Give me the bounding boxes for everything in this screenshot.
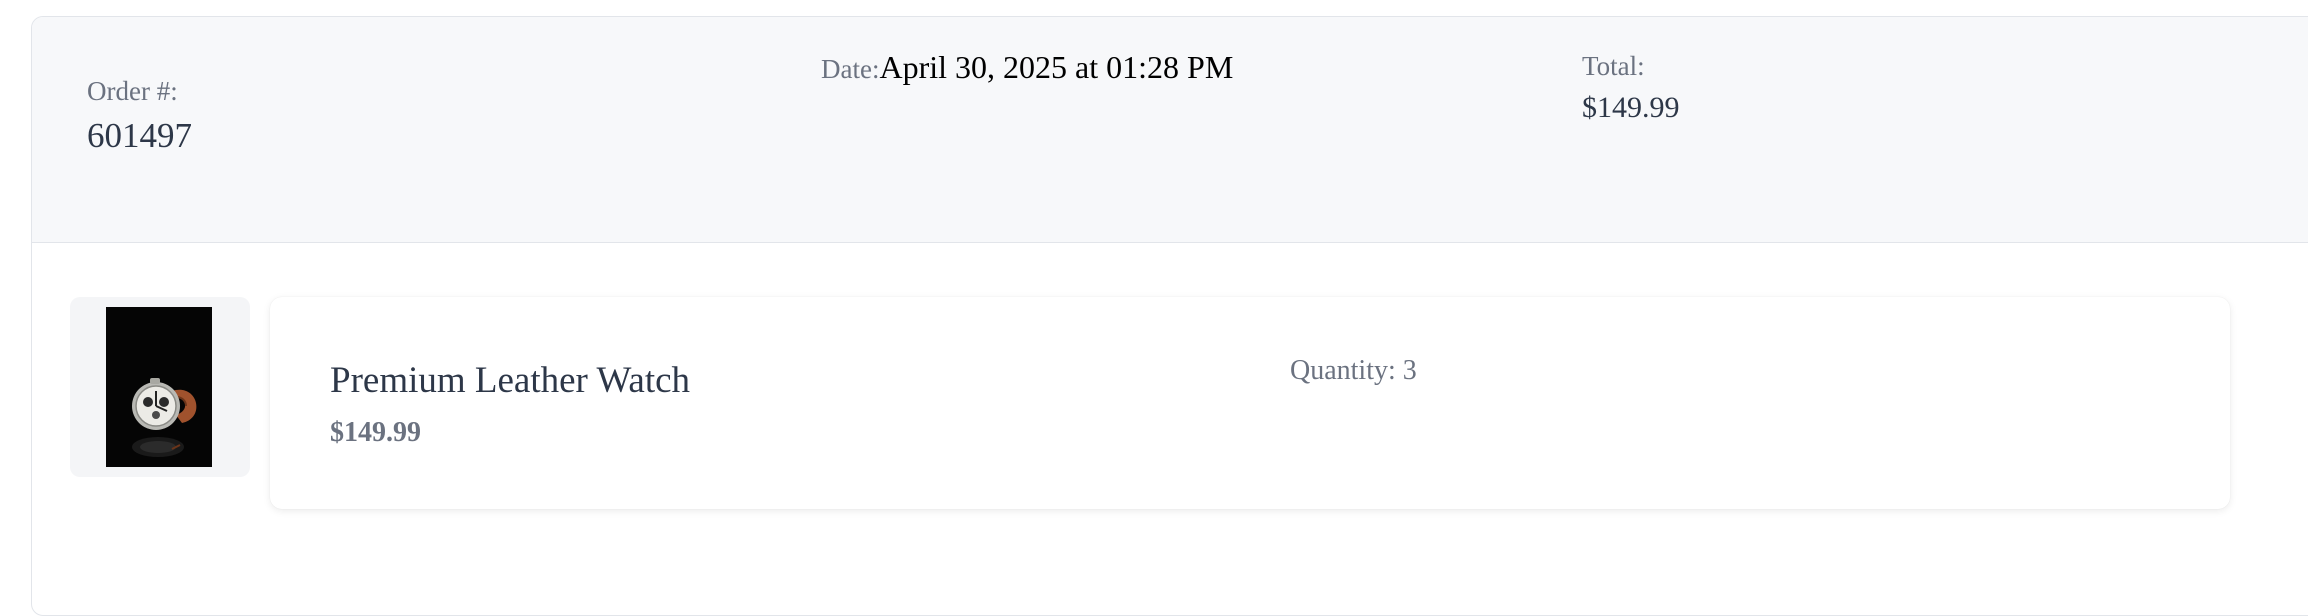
product-quantity-value: 3 <box>1402 355 1417 386</box>
product-quantity: Quantity: 3 <box>1290 353 1417 389</box>
order-item-row: Premium Leather Watch $149.99 Quantity: … <box>270 297 2230 509</box>
product-quantity-label: Quantity: <box>1290 355 1403 386</box>
product-name[interactable]: Premium Leather Watch <box>330 357 690 405</box>
order-number-block: Order #: 601497 <box>87 73 192 159</box>
order-date-block: Date:April 30, 2025 at 01:28 PM <box>821 47 1233 94</box>
product-thumbnail-frame[interactable] <box>70 297 250 477</box>
order-total-value: $149.99 <box>1582 91 1680 124</box>
order-date-value: April 30, 2025 at 01:28 PM <box>879 49 1234 85</box>
product-thumbnail[interactable] <box>106 307 212 467</box>
product-price: $149.99 <box>330 417 421 448</box>
order-date-label: Date: <box>821 54 880 84</box>
order-header: Order #: 601497 Date:April 30, 2025 at 0… <box>32 17 2308 243</box>
watch-icon <box>106 307 212 467</box>
order-total-label: Total: <box>1582 51 1645 81</box>
order-total-block: Total: $149.99 <box>1582 47 1680 129</box>
order-number-label: Order #: <box>87 76 178 106</box>
order-number-value: 601497 <box>87 116 192 155</box>
